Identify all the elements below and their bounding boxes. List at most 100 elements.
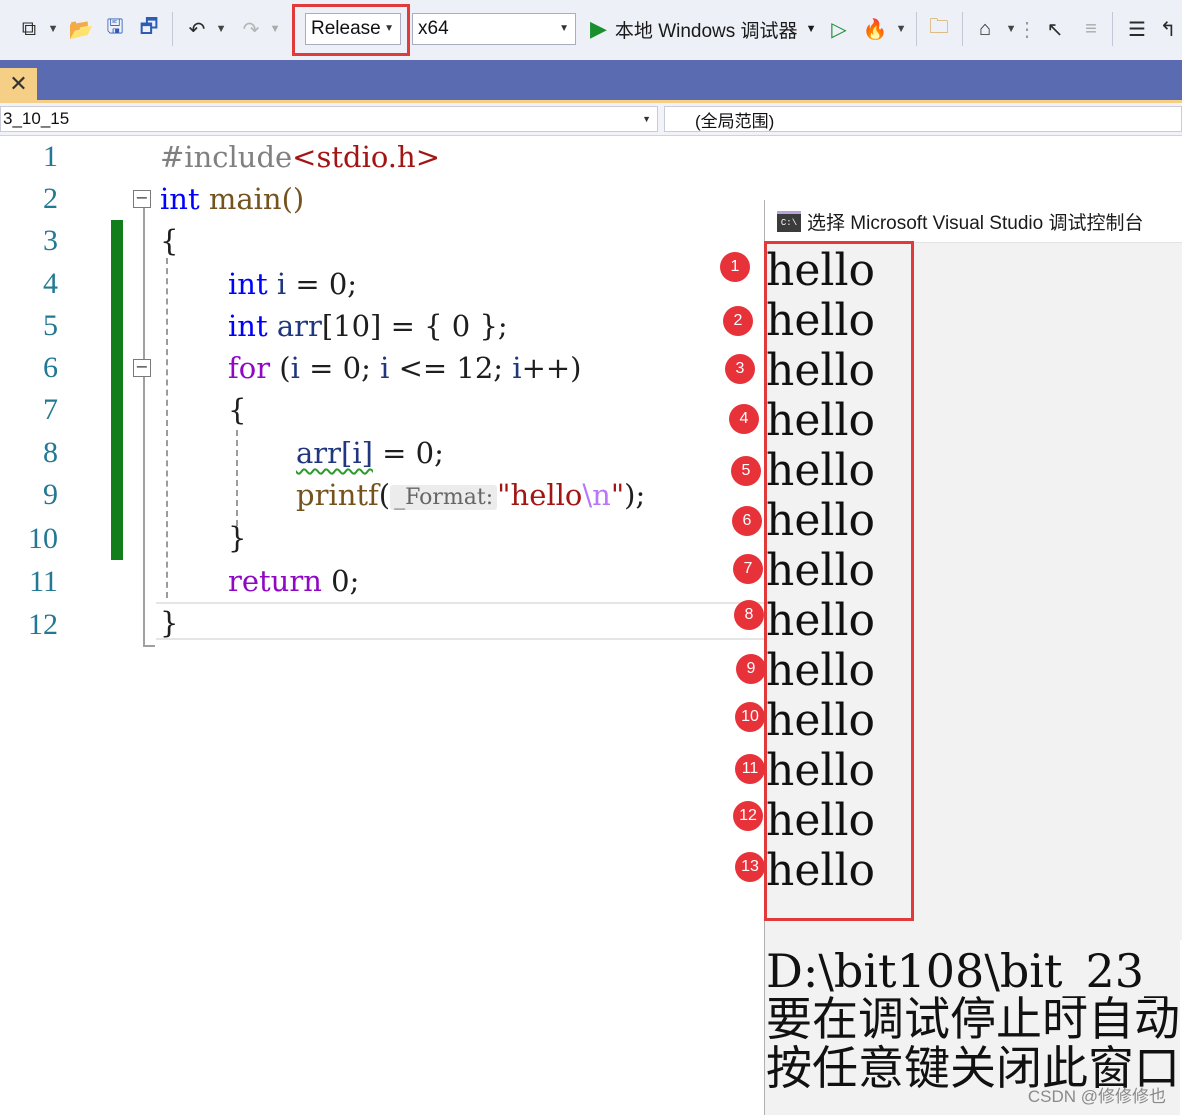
annotation-badge: 4	[729, 404, 759, 434]
new-project-dropdown[interactable]: ▼	[44, 14, 59, 44]
code-text: = 0;	[286, 267, 358, 301]
indent-guide	[236, 430, 238, 526]
annotation-badge: 10	[735, 702, 765, 732]
line-number: 6	[43, 351, 58, 384]
identifier: i	[290, 351, 300, 385]
save-icon[interactable]: 🖫	[100, 14, 130, 44]
close-tab-button[interactable]: ✕	[0, 68, 37, 100]
console-output-line: hello	[766, 595, 876, 646]
platform-value: x64	[418, 18, 449, 39]
code-line-7: {	[228, 393, 246, 427]
brace: {	[228, 393, 247, 427]
fold-guide-end	[143, 645, 155, 647]
console-path-line: D:\bit108\bit_23_	[766, 944, 1167, 998]
warning-identifier[interactable]: arr[i]	[296, 436, 373, 470]
new-project-icon[interactable]: ⧉	[14, 14, 44, 44]
string-literal: "hello	[497, 478, 583, 512]
annotation-badge: 5	[731, 456, 761, 486]
layout-dropdown[interactable]: ▼	[1002, 14, 1017, 44]
hot-reload-icon[interactable]: 🔥	[860, 14, 890, 44]
undo-icon[interactable]: ↶	[182, 14, 212, 44]
outdent-icon[interactable]: ↰	[1154, 14, 1182, 44]
console-title: 选择 Microsoft Visual Studio 调试控制台	[807, 212, 1144, 234]
code-text: );	[624, 478, 646, 512]
start-debugging-button[interactable]: ▶ 本地 Windows 调试器 ▼	[590, 14, 816, 44]
annotation-badge: 2	[723, 306, 753, 336]
window-layout-icon[interactable]: ⌂	[970, 14, 1000, 44]
line-number: 12	[28, 608, 58, 641]
brace: }	[228, 521, 247, 555]
collapse-icon[interactable]: −	[133, 359, 151, 377]
play-icon: ▶	[590, 16, 607, 41]
collapse-icon[interactable]: −	[133, 190, 151, 208]
line-number: 4	[43, 267, 58, 300]
code-line-10: }	[228, 521, 246, 555]
undo-dropdown[interactable]: ▼	[212, 14, 227, 44]
hot-reload-dropdown[interactable]: ▼	[892, 14, 907, 44]
solution-explorer-icon[interactable]: 🗀	[924, 14, 954, 44]
current-line-highlight	[156, 602, 766, 640]
debugger-label: 本地 Windows 调试器	[614, 20, 798, 42]
code-text: 0;	[321, 564, 360, 598]
console-title-bar[interactable]: C:\ 选择 Microsoft Visual Studio 调试控制台	[765, 200, 1182, 243]
indent-icon[interactable]: ☰	[1122, 14, 1152, 44]
fold-guide	[143, 208, 145, 646]
identifier: arr	[267, 309, 322, 343]
code-line-1: #include<stdio.h>	[160, 140, 440, 174]
console-output-line: hello	[766, 645, 876, 696]
keyword: for	[228, 351, 271, 385]
comment-icon[interactable]: ≡	[1076, 14, 1106, 44]
code-text: (	[378, 478, 391, 512]
line-number: 1	[43, 140, 58, 173]
code-line-9: printf(_Format: "hello\n");	[296, 478, 645, 512]
identifier: i	[267, 267, 287, 301]
change-tracking-bar	[111, 220, 123, 560]
console-output-line: hello	[766, 545, 876, 596]
scope-combo[interactable]: (全局范围)	[664, 106, 1182, 132]
keyword: return	[228, 564, 322, 598]
start-without-debug-icon[interactable]: ▷	[826, 14, 852, 44]
line-number: 9	[43, 478, 58, 511]
string-literal: "	[610, 478, 625, 512]
annotation-badge: 13	[735, 852, 765, 882]
redo-dropdown[interactable]: ▼	[266, 14, 281, 44]
line-number: 2	[43, 182, 58, 215]
code-text: [10] = { 0 };	[321, 309, 508, 343]
annotation-badge: 7	[733, 554, 763, 584]
platform-combo[interactable]: x64 ▼	[412, 13, 576, 45]
indent-guide	[166, 258, 168, 598]
annotation-badge: 1	[720, 252, 750, 282]
annotation-badge: 3	[725, 354, 755, 384]
code-text: = 0;	[372, 436, 444, 470]
code-text: (	[270, 351, 291, 385]
line-number: 5	[43, 309, 58, 342]
console-message-line: 要在调试停止时自动	[766, 992, 1180, 1046]
code-line-2: int main()	[160, 182, 304, 216]
keyword: int	[228, 309, 268, 343]
annotation-badge: 9	[736, 654, 766, 684]
code-text: ++)	[521, 351, 582, 385]
close-icon: ✕	[9, 71, 28, 96]
keyword: int	[228, 267, 268, 301]
redo-icon[interactable]: ↷	[236, 14, 266, 44]
function-name: main()	[199, 182, 305, 216]
code-text: <= 12;	[389, 351, 513, 385]
keyword: int	[160, 182, 200, 216]
open-folder-icon[interactable]: 📂	[66, 14, 96, 44]
code-line-11: return 0;	[228, 564, 359, 598]
annotation-badge: 6	[732, 506, 762, 536]
console-output-line: hello	[766, 795, 876, 846]
line-number: 7	[43, 393, 58, 426]
document-tab-strip	[0, 60, 1182, 100]
project-combo[interactable]: 3_10_15 ▼	[0, 106, 658, 132]
save-all-icon[interactable]: 🗗	[134, 14, 164, 44]
console-output-line: hello	[766, 495, 876, 546]
code-line-3: {	[160, 224, 178, 258]
code-line-5: int arr[10] = { 0 };	[228, 309, 508, 343]
code-line-4: int i = 0;	[228, 267, 357, 301]
console-output-line: hello	[766, 745, 876, 796]
code-line-8: arr[i] = 0;	[296, 436, 444, 470]
cursor-icon[interactable]: ↖	[1040, 14, 1070, 44]
line-number: 8	[43, 436, 58, 469]
annotation-badge: 12	[733, 801, 763, 831]
